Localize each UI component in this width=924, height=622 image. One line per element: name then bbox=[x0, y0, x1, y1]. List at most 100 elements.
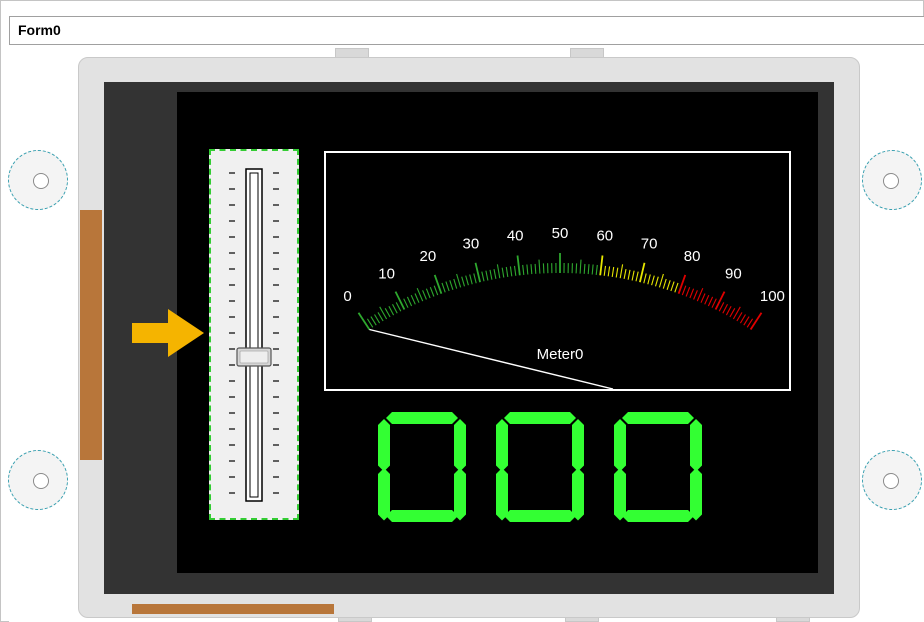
meter-tick bbox=[579, 259, 582, 274]
led-segment-c bbox=[572, 468, 584, 521]
meter-tick bbox=[689, 288, 695, 299]
meter-tick bbox=[392, 304, 398, 314]
meter-tick bbox=[674, 282, 679, 293]
meter-tick bbox=[707, 296, 714, 307]
led-segment-b bbox=[690, 419, 702, 472]
meter-tick-label: 40 bbox=[507, 228, 524, 245]
meter-tick bbox=[615, 267, 619, 278]
led-segment-d bbox=[386, 510, 458, 522]
meter-tick bbox=[425, 288, 431, 299]
meter-tick bbox=[662, 278, 667, 289]
meter-tick bbox=[384, 308, 391, 318]
meter-tick bbox=[394, 291, 406, 310]
led-segment-d bbox=[504, 510, 576, 522]
meter-tick bbox=[509, 266, 513, 277]
meter-tick bbox=[725, 306, 732, 316]
meter-tick bbox=[516, 255, 521, 276]
meter-tick bbox=[587, 264, 590, 275]
meter-tick-label: 70 bbox=[641, 235, 658, 252]
meter-tick bbox=[627, 269, 631, 280]
meter-tick bbox=[501, 267, 505, 278]
meter-tick bbox=[493, 268, 497, 280]
meter-tick bbox=[583, 263, 586, 274]
led-digit bbox=[614, 412, 702, 522]
meter-tick bbox=[619, 264, 624, 279]
meter-tick bbox=[522, 264, 525, 275]
meter-tick bbox=[395, 302, 402, 312]
mount-ear-top-right bbox=[862, 150, 922, 210]
meter-tick bbox=[370, 316, 377, 326]
mount-ear-top-left bbox=[8, 150, 68, 210]
meter-tick bbox=[611, 266, 615, 277]
meter-tick bbox=[456, 273, 462, 288]
meter-tick bbox=[441, 282, 446, 293]
meter-tick bbox=[429, 287, 435, 297]
led-segment-c bbox=[454, 468, 466, 521]
meter-tick bbox=[681, 285, 687, 296]
meter-tick bbox=[481, 271, 485, 282]
led-digit bbox=[496, 412, 584, 522]
slider-graphic bbox=[229, 168, 279, 502]
meter-tick bbox=[410, 294, 416, 305]
led-segment-a bbox=[386, 412, 458, 424]
meter-tick bbox=[422, 290, 427, 300]
led-segment-f bbox=[378, 419, 390, 472]
meter-tick bbox=[474, 262, 481, 283]
form-title-bar[interactable]: Form0 bbox=[9, 16, 924, 45]
meter-tick bbox=[666, 280, 671, 290]
meter-tick bbox=[534, 263, 537, 274]
led-segment-c bbox=[690, 468, 702, 521]
meter-tick bbox=[377, 312, 384, 322]
meter-tick bbox=[718, 302, 725, 312]
meter-tick bbox=[739, 314, 746, 324]
meter-tick bbox=[469, 274, 473, 285]
led-segment-d bbox=[622, 510, 694, 522]
meter-tick bbox=[526, 264, 529, 275]
meter-tick-label: 10 bbox=[378, 266, 395, 283]
meter-tick bbox=[729, 308, 736, 318]
led-segment-a bbox=[622, 412, 694, 424]
meter-tick-label: 80 bbox=[684, 248, 701, 265]
meter-tick bbox=[433, 285, 439, 296]
meter-tick bbox=[530, 264, 533, 275]
meter-tick bbox=[670, 281, 675, 292]
flex-cable-bottom bbox=[132, 604, 334, 614]
slider-thumb[interactable] bbox=[236, 347, 272, 367]
meter-tick bbox=[599, 255, 604, 276]
meter-tick bbox=[693, 290, 698, 300]
meter-tick-label: 90 bbox=[725, 266, 742, 283]
meter-tick bbox=[489, 269, 493, 280]
slider-widget[interactable] bbox=[209, 149, 299, 520]
led-digit-display[interactable] bbox=[370, 408, 720, 528]
arrow-right-icon bbox=[132, 309, 204, 357]
flex-cable-left bbox=[80, 210, 102, 460]
meter-tick bbox=[538, 259, 541, 274]
meter-tick-label: 100 bbox=[760, 288, 785, 305]
meter-tick bbox=[685, 287, 691, 297]
form-title: Form0 bbox=[18, 22, 61, 38]
meter-tick bbox=[465, 275, 469, 286]
meter-tick bbox=[595, 264, 598, 275]
led-segment-f bbox=[614, 419, 626, 472]
meter-tick bbox=[414, 293, 420, 303]
meter-tick bbox=[449, 280, 454, 290]
led-segment-b bbox=[454, 419, 466, 472]
led-segment-e bbox=[378, 468, 390, 521]
meter-tick bbox=[743, 316, 750, 326]
meter-tick bbox=[736, 312, 743, 322]
mount-ear-bottom-right bbox=[862, 450, 922, 510]
meter-tick bbox=[623, 268, 627, 280]
meter-tick bbox=[639, 262, 646, 283]
led-segment-a bbox=[504, 412, 576, 424]
meter-tick bbox=[575, 263, 578, 274]
meter-tick bbox=[485, 270, 489, 281]
meter-tick-label: 50 bbox=[552, 225, 569, 242]
meter-widget[interactable]: 0 10 20 30 40 50 60 70 80 90 100 Meter0 bbox=[324, 151, 791, 391]
meter-tick-label: 30 bbox=[463, 235, 480, 252]
meter-tick bbox=[722, 304, 728, 314]
meter-tick bbox=[607, 266, 611, 277]
meter-tick bbox=[403, 298, 409, 308]
meter-tick bbox=[711, 298, 717, 308]
meter-tick bbox=[388, 306, 395, 316]
meter-tick bbox=[453, 278, 458, 289]
